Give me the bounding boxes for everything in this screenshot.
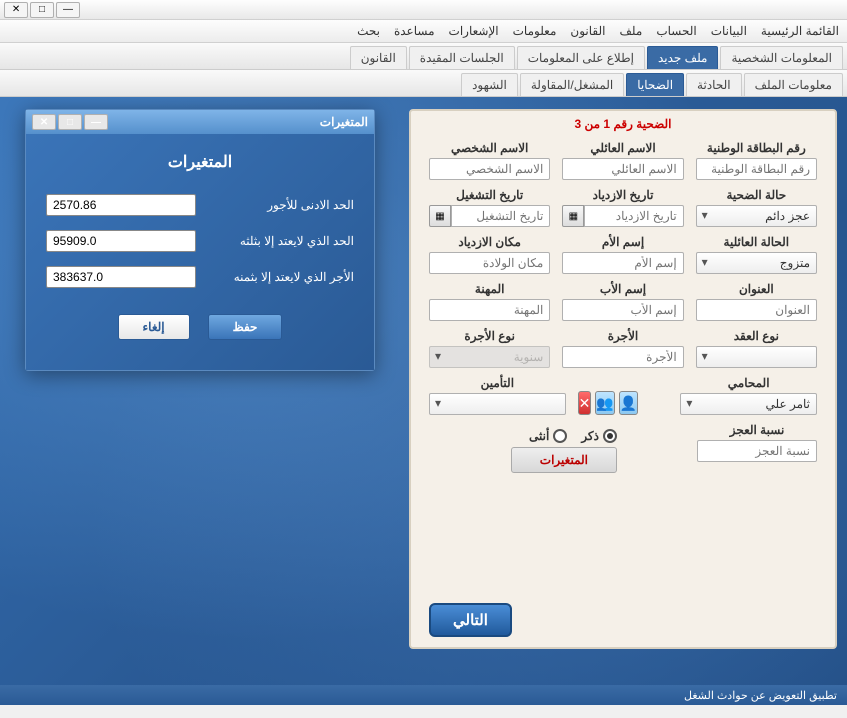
input-disab[interactable]: [697, 440, 817, 462]
primary-tabs: المعلومات الشخصية ملف جديد إطلاع على الم…: [0, 43, 847, 70]
tab-sessions[interactable]: الجلسات المقيدة: [409, 46, 515, 69]
label-disab: نسبة العجز: [697, 423, 817, 437]
input-sdate[interactable]: [451, 205, 550, 227]
select-lawyer[interactable]: ثامر علي: [680, 393, 817, 415]
input-nid[interactable]: [696, 158, 817, 180]
tab-view-info[interactable]: إطلاع على المعلومات: [517, 46, 645, 69]
workspace: الضحية رقم 1 من 3 رقم البطاقة الوطنية ال…: [0, 97, 847, 705]
tab-employer[interactable]: المشغل/المقاولة: [520, 73, 624, 96]
input-bdate[interactable]: [584, 205, 683, 227]
tab-victims[interactable]: الضحايا: [626, 73, 684, 96]
menu-help[interactable]: مساعدة: [394, 24, 435, 38]
calendar-icon[interactable]: ▦: [562, 205, 584, 227]
delete-icon[interactable]: ✕: [578, 391, 592, 415]
input-wage[interactable]: [562, 346, 683, 368]
tab-accident[interactable]: الحادثة: [686, 73, 742, 96]
calendar-icon[interactable]: ▦: [429, 205, 451, 227]
var-input-0[interactable]: [46, 194, 196, 216]
dialog-titlebar: المتغيرات — □ ✕: [26, 110, 374, 134]
label-sdate: تاريخ التشغيل: [429, 188, 550, 202]
next-button[interactable]: التالي: [429, 603, 512, 637]
input-addr[interactable]: [696, 299, 817, 321]
input-job[interactable]: [429, 299, 550, 321]
var-label-2: الأجر الذي لايعتد إلا بثمنه: [208, 270, 354, 284]
dialog-close-button[interactable]: ✕: [32, 114, 56, 130]
label-faname: إسم الأب: [562, 282, 683, 296]
label-fname: الاسم الشخصي: [429, 141, 550, 155]
radio-female[interactable]: أنثى: [529, 429, 567, 443]
label-vstate: حالة الضحية: [696, 188, 817, 202]
label-mname: إسم الأم: [562, 235, 683, 249]
label-ins: التأمين: [429, 376, 566, 390]
input-faname[interactable]: [562, 299, 683, 321]
victim-form-panel: الضحية رقم 1 من 3 رقم البطاقة الوطنية ال…: [409, 109, 837, 649]
variables-dialog: المتغيرات — □ ✕ المتغيرات الحد الادنى لل…: [25, 109, 375, 371]
var-input-2[interactable]: [46, 266, 196, 288]
input-lname[interactable]: [562, 158, 683, 180]
add-user-icon[interactable]: 👤: [619, 391, 638, 415]
tab-witnesses[interactable]: الشهود: [461, 73, 518, 96]
menu-home[interactable]: القائمة الرئيسية: [761, 24, 839, 38]
dialog-title-text: المتغيرات: [320, 115, 368, 129]
menu-notifications[interactable]: الإشعارات: [449, 24, 499, 38]
menu-data[interactable]: البيانات: [711, 24, 747, 38]
panel-title: الضحية رقم 1 من 3: [429, 117, 817, 131]
menu-account[interactable]: الحساب: [656, 24, 696, 38]
select-vstate[interactable]: عجز دائم: [696, 205, 817, 227]
dialog-save-button[interactable]: حفظ: [208, 314, 283, 340]
os-min-button[interactable]: —: [56, 2, 80, 18]
tab-law[interactable]: القانون: [350, 46, 407, 69]
var-input-1[interactable]: [46, 230, 196, 252]
select-wtype[interactable]: سنوية: [429, 346, 550, 368]
var-label-0: الحد الادنى للأجور: [208, 198, 354, 212]
radio-male[interactable]: ذكر: [581, 429, 617, 443]
os-titlebar: — □ ✕: [0, 0, 847, 20]
dialog-heading: المتغيرات: [46, 152, 354, 172]
menu-file[interactable]: ملف: [619, 24, 642, 38]
label-nid: رقم البطاقة الوطنية: [696, 141, 817, 155]
dialog-max-button[interactable]: □: [58, 114, 82, 130]
label-addr: العنوان: [696, 282, 817, 296]
tab-file-info[interactable]: معلومات الملف: [744, 73, 843, 96]
input-bplace[interactable]: [429, 252, 550, 274]
tab-personal-info[interactable]: المعلومات الشخصية: [720, 46, 843, 69]
label-job: المهنة: [429, 282, 550, 296]
menu-info[interactable]: معلومات: [513, 24, 557, 38]
os-close-button[interactable]: ✕: [4, 2, 28, 18]
label-bdate: تاريخ الازدياد: [562, 188, 683, 202]
input-mname[interactable]: [562, 252, 683, 274]
input-fname[interactable]: [429, 158, 550, 180]
label-mstate: الحالة العائلية: [696, 235, 817, 249]
tab-new-file[interactable]: ملف جديد: [647, 46, 719, 69]
dialog-cancel-button[interactable]: إلغاء: [118, 314, 190, 340]
select-ctype[interactable]: [696, 346, 817, 368]
label-lawyer: المحامي: [680, 376, 817, 390]
statusbar: تطبيق التعويض عن حوادث الشغل: [0, 685, 847, 705]
label-wage: الأجرة: [562, 329, 683, 343]
menu-law[interactable]: القانون: [570, 24, 605, 38]
var-label-1: الحد الذي لايعتد إلا بثلثه: [208, 234, 354, 248]
menu-search[interactable]: بحث: [357, 24, 380, 38]
label-wtype: نوع الأجرة: [429, 329, 550, 343]
label-ctype: نوع العقد: [696, 329, 817, 343]
variables-button[interactable]: المتغيرات: [511, 447, 617, 473]
user-list-icon[interactable]: 👥: [595, 391, 614, 415]
gender-radio-group: ذكر أنثى: [429, 429, 617, 443]
menubar: القائمة الرئيسية البيانات الحساب ملف الق…: [0, 20, 847, 43]
dialog-min-button[interactable]: —: [84, 114, 108, 130]
label-lname: الاسم العائلي: [562, 141, 683, 155]
os-max-button[interactable]: □: [30, 2, 54, 18]
secondary-tabs: معلومات الملف الحادثة الضحايا المشغل/الم…: [0, 70, 847, 97]
select-mstate[interactable]: متزوج: [696, 252, 817, 274]
label-bplace: مكان الازدياد: [429, 235, 550, 249]
select-ins[interactable]: [429, 393, 566, 415]
